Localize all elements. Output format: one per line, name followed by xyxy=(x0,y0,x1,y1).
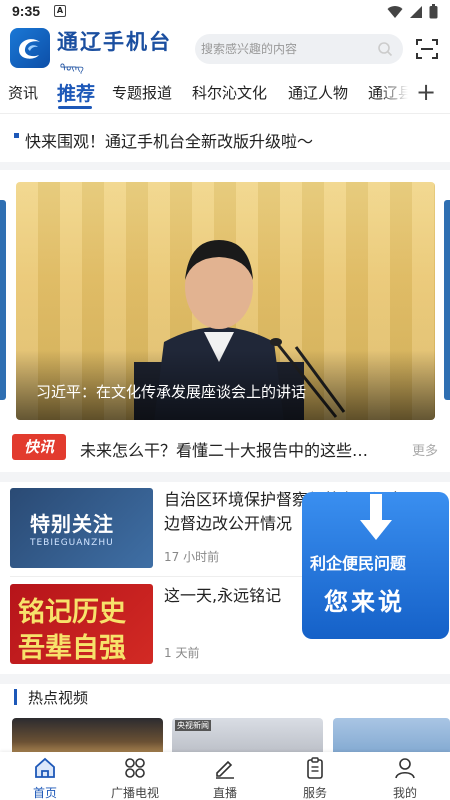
news-time: 17 小时前 xyxy=(164,550,220,564)
carousel-prev-peek[interactable] xyxy=(0,200,6,400)
announcement[interactable]: 快来围观！通辽手机台全新改版升级啦～ xyxy=(0,124,450,154)
app-name: 通辽手机台 xyxy=(57,30,172,54)
flash-text: 未来怎么干？看懂二十大报告中的这些… xyxy=(80,441,369,460)
tabs-divider xyxy=(0,113,450,114)
tab-zixun[interactable]: 资讯 xyxy=(8,82,38,103)
floating-promo-card[interactable]: 利企便民问题 您来说 xyxy=(302,492,449,639)
active-tab-indicator xyxy=(58,106,92,109)
status-icons xyxy=(387,4,438,19)
home-icon xyxy=(35,757,55,778)
tab-tongliao-people[interactable]: 通辽人物 xyxy=(288,82,348,103)
headline-banner[interactable]: 习近平：在文化传承发展座谈会上的讲话 xyxy=(16,182,435,420)
search-icon xyxy=(378,42,393,57)
live-icon xyxy=(216,760,234,779)
carousel-next-peek[interactable] xyxy=(444,200,450,400)
mongolian-script-decoration: ᠲᠦᠩ xyxy=(60,63,84,74)
logo-swirl-icon xyxy=(19,39,40,59)
tab-zhuanti[interactable]: 专题报道 xyxy=(112,82,172,103)
app-header: 通辽手机台 ᠲᠦᠩ 搜索感兴趣的内容 xyxy=(0,26,450,74)
cctv-news-logo: 央视新闻 xyxy=(175,720,211,731)
notification-a-icon: A xyxy=(54,5,66,17)
add-channel-icon[interactable]: + xyxy=(416,78,436,106)
news-thumbnail: 铭记历史 吾辈自强 xyxy=(10,584,153,664)
grid-icon xyxy=(125,758,145,778)
nav-home[interactable]: 首页 xyxy=(10,756,80,800)
flash-badge: 快讯 xyxy=(12,434,66,460)
hot-videos-title: 热点视频 xyxy=(28,689,89,707)
flash-more-link[interactable]: 更多 xyxy=(412,440,438,459)
news-time: 1 天前 xyxy=(164,646,200,660)
banner-caption: 习近平：在文化传承发展座谈会上的讲话 xyxy=(36,383,307,401)
nav-label: 我的 xyxy=(392,786,417,800)
wifi-icon xyxy=(387,5,403,18)
bottom-navigation: 首页 广播电视 直播 服务 我的 xyxy=(0,752,450,800)
nav-profile[interactable]: 我的 xyxy=(370,756,440,800)
nav-label: 广播电视 xyxy=(110,786,159,800)
tab-keerqin-culture[interactable]: 科尔沁文化 xyxy=(192,82,267,103)
signal-icon xyxy=(410,5,422,18)
nav-label: 首页 xyxy=(32,786,57,800)
app-logo[interactable] xyxy=(10,28,50,68)
clipboard-icon xyxy=(307,757,323,779)
battery-icon xyxy=(429,4,438,19)
thumb-title-2: 吾辈自强 xyxy=(18,633,126,664)
user-icon xyxy=(395,758,415,779)
section-marker xyxy=(14,689,17,705)
thumb-title-1: 铭记历史 xyxy=(18,597,126,628)
thumb-title: 特别关注 xyxy=(30,512,114,536)
nav-label: 直播 xyxy=(212,786,237,800)
promo-line-2: 您来说 xyxy=(324,588,405,616)
thumb-subtitle: TEBIEGUANZHU xyxy=(30,538,114,548)
hot-videos-header: 热点视频 xyxy=(0,686,450,710)
section-gap xyxy=(0,472,450,482)
channel-tabs: 资讯 推荐 专题报道 科尔沁文化 通辽人物 通辽县 + xyxy=(0,76,450,112)
tab-tuijian[interactable]: 推荐 xyxy=(57,79,95,106)
scan-icon[interactable] xyxy=(416,38,438,60)
down-arrow-icon xyxy=(360,494,392,540)
promo-line-1: 利企便民问题 xyxy=(310,554,407,573)
nav-live[interactable]: 直播 xyxy=(190,756,260,800)
search-placeholder: 搜索感兴趣的内容 xyxy=(201,42,298,56)
section-gap xyxy=(0,674,450,684)
status-bar: 9:35 A xyxy=(0,0,450,24)
nav-services[interactable]: 服务 xyxy=(280,756,350,800)
section-gap xyxy=(0,162,450,170)
tabs-fade xyxy=(378,76,408,112)
status-time: 9:35 xyxy=(12,3,41,19)
flash-news[interactable]: 快讯 未来怎么干？看懂二十大报告中的这些… 更多 xyxy=(0,430,450,466)
search-bar[interactable]: 搜索感兴趣的内容 xyxy=(195,34,403,64)
announcement-text: 快来围观！通辽手机台全新改版升级啦～ xyxy=(25,132,314,151)
news-thumbnail: 特别关注 TEBIEGUANZHU xyxy=(10,488,153,568)
nav-broadcast-tv[interactable]: 广播电视 xyxy=(100,756,170,800)
nav-label: 服务 xyxy=(302,786,327,800)
announcement-marker xyxy=(14,133,19,138)
